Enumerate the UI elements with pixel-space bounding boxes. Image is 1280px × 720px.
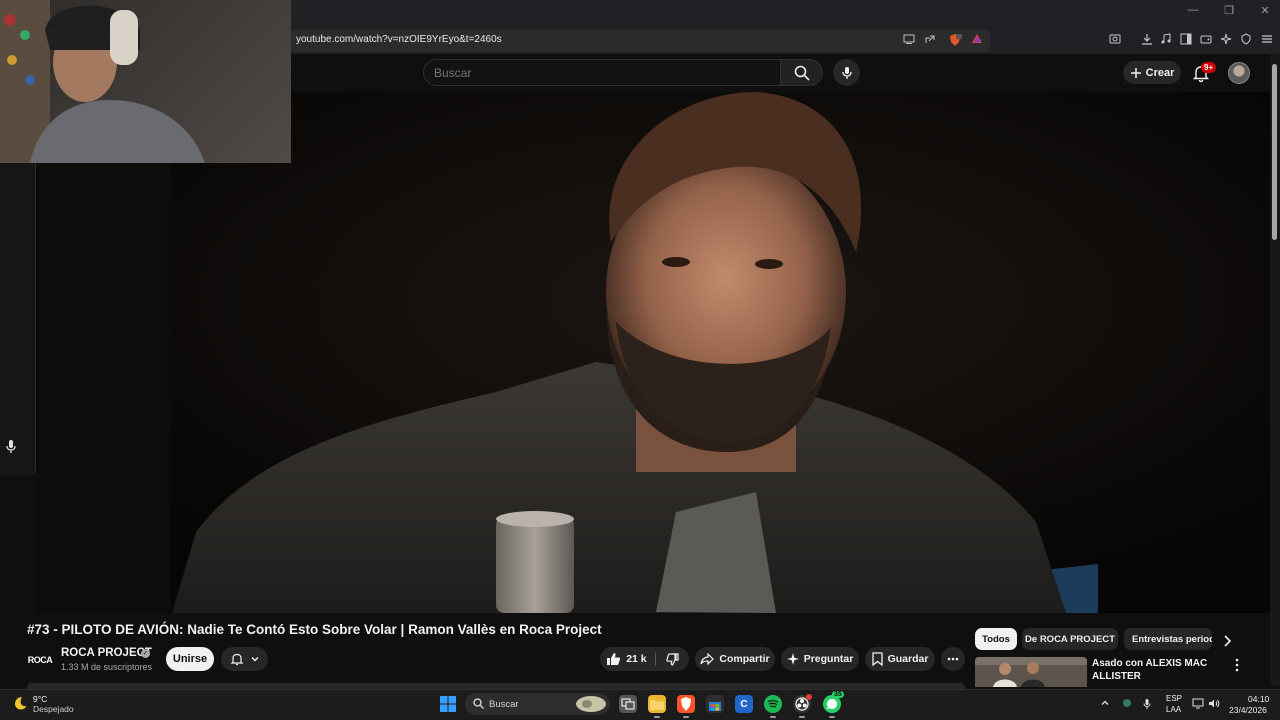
plus-icon: [1130, 67, 1141, 78]
scrollbar-thumb[interactable]: [1272, 64, 1277, 240]
channel-avatar[interactable]: ROCA: [26, 646, 54, 674]
sidebar-toggle-icon[interactable]: [1179, 33, 1193, 47]
search-icon: [794, 65, 810, 81]
create-button[interactable]: Crear: [1123, 61, 1181, 84]
keyboard-language[interactable]: ESP: [1166, 694, 1182, 703]
channel-name[interactable]: ROCA PROJECT: [61, 647, 152, 659]
close-window-button[interactable]: ✕: [1258, 4, 1272, 17]
vpn-icon[interactable]: [1239, 33, 1253, 47]
side-panel: [0, 163, 36, 475]
dislike-button[interactable]: [658, 652, 689, 666]
ask-label: Preguntar: [803, 653, 854, 665]
like-divider: [655, 652, 656, 666]
recommended-video-thumbnail[interactable]: [975, 657, 1087, 687]
join-button[interactable]: Unirse: [166, 647, 214, 671]
video-player[interactable]: [36, 92, 1270, 613]
bell-icon: [230, 653, 243, 666]
weather-temperature: 9°C: [33, 694, 48, 704]
file-explorer-icon[interactable]: [648, 695, 666, 713]
wallet-icon[interactable]: [1199, 33, 1213, 47]
tray-microphone-icon[interactable]: [1141, 698, 1153, 710]
voice-search-button[interactable]: [833, 59, 860, 86]
thumbs-down-icon: [666, 652, 680, 666]
maximize-button[interactable]: ❐: [1222, 4, 1236, 17]
spotify-running-indicator: [770, 716, 776, 718]
url-text[interactable]: youtube.com/watch?v=nzOIE9YrEyo&t=2460s: [296, 34, 502, 45]
verified-badge-icon: ✓: [141, 649, 150, 658]
ask-button[interactable]: Preguntar: [781, 647, 859, 671]
download-icon[interactable]: [1140, 33, 1154, 47]
chips-next-chevron-icon[interactable]: [1218, 632, 1236, 650]
video-title: #73 - PILOTO DE AVIÓN: Nadie Te Contó Es…: [27, 622, 602, 637]
chip-from-channel[interactable]: De ROCA PROJECT: [1022, 628, 1118, 650]
leo-ai-icon[interactable]: [1219, 33, 1233, 47]
obs-running-indicator: [799, 716, 805, 718]
profile-avatar[interactable]: [1228, 62, 1250, 84]
spotify-icon[interactable]: [764, 695, 782, 713]
brave-rewards-icon[interactable]: [970, 33, 984, 47]
create-label: Crear: [1145, 66, 1175, 79]
c-app-icon[interactable]: C: [735, 695, 753, 713]
task-view-icon[interactable]: [619, 695, 637, 713]
more-actions-button[interactable]: [941, 647, 965, 671]
chip-interviews[interactable]: Entrevistas period: [1124, 628, 1212, 650]
chevron-down-icon: [251, 657, 258, 662]
like-dislike-group: 21 k: [600, 647, 689, 671]
share-label: Compartir: [719, 653, 770, 665]
share-arrow-icon: [700, 653, 715, 665]
chip-all[interactable]: Todos: [975, 628, 1017, 650]
taskbar-search-label: Buscar: [489, 699, 519, 710]
minimize-button[interactable]: —: [1186, 4, 1200, 17]
save-label: Guardar: [887, 653, 929, 665]
search-button[interactable]: [781, 59, 823, 86]
side-microphone-icon[interactable]: [4, 438, 18, 456]
tray-app-icon[interactable]: [1121, 698, 1133, 710]
menu-icon[interactable]: [1260, 33, 1274, 47]
window-controls: — ❐ ✕: [1186, 4, 1272, 17]
brave-browser-icon[interactable]: [677, 695, 695, 713]
subscriber-count: 1.33 M de suscriptores: [61, 662, 153, 672]
store-icon[interactable]: [706, 695, 724, 713]
bookmark-icon: [871, 652, 883, 666]
whatsapp-badge: 35: [832, 691, 844, 698]
share-page-icon[interactable]: [923, 33, 937, 47]
media-icon[interactable]: [1159, 33, 1173, 47]
volume-icon[interactable]: [1208, 698, 1220, 710]
tray-chevron-up-icon[interactable]: [1099, 698, 1111, 710]
search-input[interactable]: [434, 64, 754, 82]
webcam-overlay: [0, 0, 291, 163]
taskbar-search[interactable]: [465, 693, 610, 715]
moon-weather-icon[interactable]: [12, 695, 28, 711]
taskbar-search-icon: [473, 698, 484, 709]
share-button[interactable]: Compartir: [695, 647, 775, 671]
screenshot-icon[interactable]: [1108, 33, 1122, 47]
microphone-icon: [841, 66, 852, 79]
windows-taskbar: [0, 689, 1280, 720]
more-horizontal-icon: [947, 657, 959, 661]
obs-recording-dot: [806, 694, 812, 700]
windows-start-icon[interactable]: [440, 696, 456, 712]
notification-badge: 9+: [1201, 62, 1217, 73]
recommended-more-vertical-icon[interactable]: [1232, 658, 1242, 672]
explorer-running-indicator: [654, 716, 660, 718]
cast-icon[interactable]: [902, 33, 916, 47]
save-button[interactable]: Guardar: [865, 647, 935, 671]
search-box[interactable]: [423, 59, 781, 86]
like-button[interactable]: 21 k: [600, 652, 653, 666]
brave-running-indicator: [683, 716, 689, 718]
video-frame: [36, 92, 1270, 613]
brave-shields-icon[interactable]: [948, 33, 962, 47]
like-count: 21 k: [626, 653, 647, 665]
search-highlight-icon: [576, 696, 606, 712]
keyboard-layout[interactable]: LAA: [1166, 705, 1181, 714]
thumbs-up-icon: [607, 653, 621, 665]
clock-date[interactable]: 23/4/2026: [1229, 705, 1267, 715]
subscription-bell-button[interactable]: [221, 647, 268, 671]
recommended-video-title[interactable]: Asado con ALEXIS MAC ALLISTER: [1092, 657, 1222, 683]
clock-time[interactable]: 04:10: [1248, 694, 1269, 704]
whatsapp-running-indicator: [829, 716, 835, 718]
weather-description: Despejado: [33, 704, 74, 714]
network-icon[interactable]: [1192, 698, 1204, 710]
sparkle-icon: [786, 653, 799, 665]
